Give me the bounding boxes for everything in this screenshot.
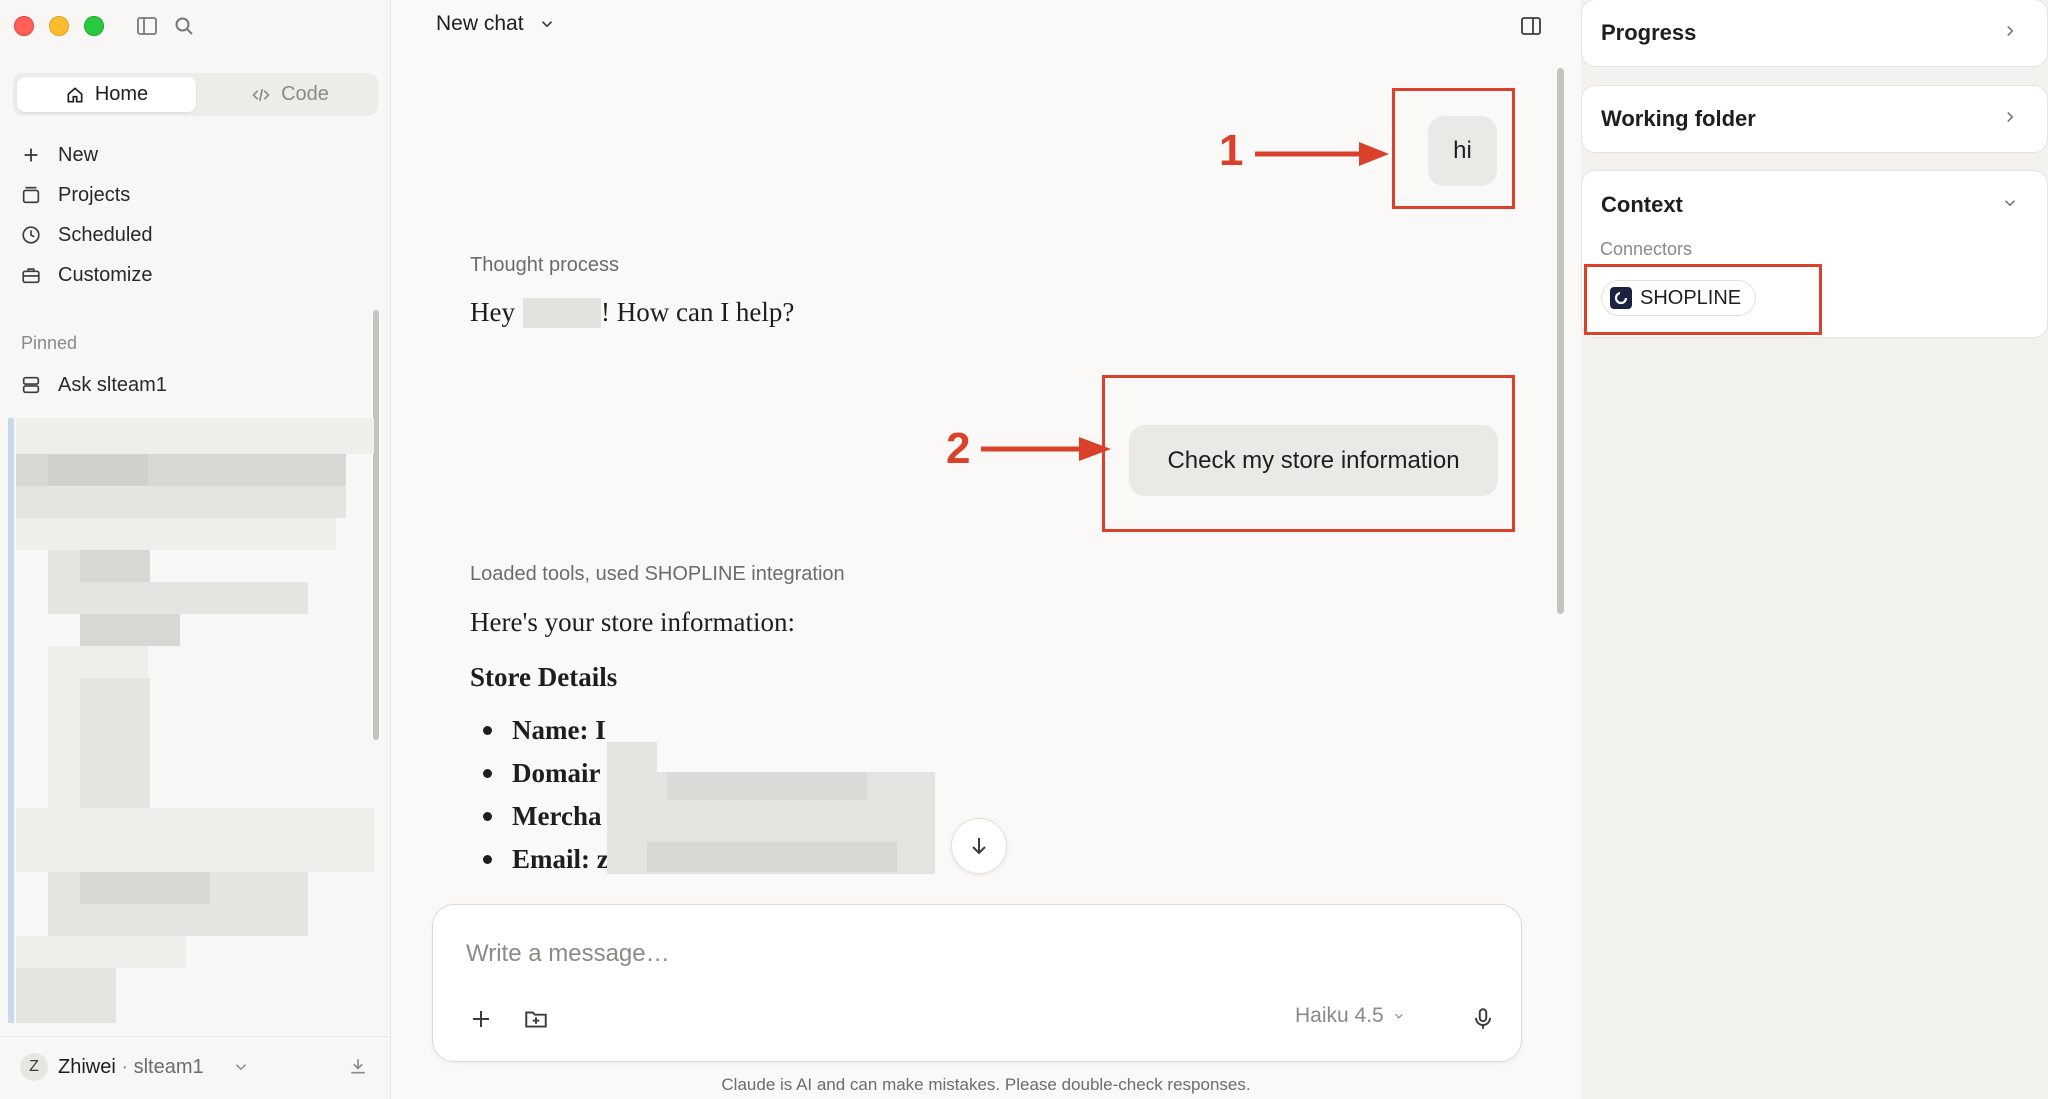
redacted-name [522, 297, 601, 328]
working-folder-title: Working folder [1601, 106, 1756, 131]
pinned-section-label: Pinned [21, 333, 78, 353]
add-attachment-button[interactable] [466, 1004, 496, 1034]
nav-scheduled[interactable]: Scheduled [20, 220, 153, 250]
sidebar-toggle-icon[interactable] [135, 14, 159, 38]
annotation-box-2 [1102, 375, 1515, 532]
home-tab-label: Home [94, 83, 149, 105]
redacted-store-values [607, 742, 935, 874]
chevron-down-icon[interactable] [2001, 194, 2019, 212]
annotation-box-3 [1584, 264, 1822, 335]
folder-icon [22, 186, 40, 204]
store-intro: Here's your store information: [470, 607, 796, 637]
code-icon [252, 88, 270, 101]
minimize-window-button[interactable] [49, 16, 69, 36]
chevron-down-icon [1394, 1013, 1403, 1019]
detail-name: Name: I [470, 715, 606, 746]
detail-label: Name: I [512, 715, 606, 745]
folder-plus-icon [525, 1011, 547, 1028]
right-panel: Progress Working folder Context Connecto… [1581, 0, 2048, 1099]
assistant-reply-greeting: Hey ! How can I help? [470, 297, 794, 328]
detail-domain: Domair [470, 758, 600, 789]
nav-projects[interactable]: Projects [20, 180, 130, 210]
model-name: Haiku 4.5 [1295, 1004, 1384, 1027]
thought-process-toggle[interactable]: Thought process [470, 254, 619, 277]
chat-title-menu[interactable]: New chat [436, 12, 556, 36]
code-tab[interactable]: Code [205, 77, 375, 112]
pinned-item-ask-slteam1[interactable]: Ask slteam1 [20, 370, 167, 400]
store-details-heading: Store Details [470, 662, 618, 692]
account-menu[interactable]: Z Zhiwei · slteam1 [0, 1036, 390, 1099]
home-tab[interactable]: Home [17, 77, 196, 112]
user-org: slteam1 [133, 1056, 204, 1078]
nav-scheduled-label: Scheduled [58, 223, 153, 246]
nav-new[interactable]: New [20, 140, 98, 170]
sidebar-scrollbar[interactable] [373, 310, 379, 740]
panel-toggle-icon[interactable] [1519, 14, 1543, 38]
arrow-down-icon [972, 838, 986, 855]
maximize-window-button[interactable] [84, 16, 104, 36]
clock-icon [22, 226, 40, 244]
context-title[interactable]: Context [1601, 192, 1683, 218]
reply-hey: Hey [470, 297, 515, 327]
detail-merchant: Mercha [470, 801, 601, 832]
tools-used-toggle[interactable]: Loaded tools, used SHOPLINE integration [470, 563, 845, 586]
working-folder-card[interactable]: Working folder [1581, 85, 2048, 153]
chat-title: New chat [436, 12, 524, 35]
nav-customize-label: Customize [58, 263, 153, 286]
progress-card[interactable]: Progress [1581, 0, 2048, 67]
message-composer: Haiku 4.5 [432, 904, 1522, 1062]
message-input[interactable] [464, 939, 1464, 969]
chat-scrollbar[interactable] [1557, 68, 1564, 614]
detail-label: Email: z [512, 844, 609, 874]
connectors-label: Connectors [1600, 239, 1693, 259]
annotation-arrow-2 [981, 437, 1111, 461]
annotation-number-2: 2 [946, 424, 971, 473]
redacted-chat-history [8, 418, 374, 1023]
search-icon[interactable] [172, 14, 196, 38]
voice-input-button[interactable] [1468, 1004, 1498, 1034]
nav-projects-label: Projects [58, 183, 131, 206]
user-separator: · [115, 1056, 134, 1078]
stack-icon [22, 376, 40, 394]
user-name: Zhiwei [58, 1056, 116, 1078]
detail-email: Email: z [470, 844, 609, 875]
briefcase-icon [22, 268, 40, 284]
home-icon [67, 86, 83, 102]
disclaimer: Claude is AI and can make mistakes. Plea… [721, 1075, 1251, 1094]
chat-main: New chat hi Thought process Hey ! How ca… [391, 0, 1581, 1099]
pinned-item-label: Ask slteam1 [58, 373, 167, 396]
model-selector[interactable]: Haiku 4.5 [1295, 1004, 1406, 1028]
scroll-to-bottom-button[interactable] [951, 818, 1007, 874]
annotation-box-1 [1392, 88, 1515, 209]
reply-help: ! How can I help? [600, 297, 795, 327]
plus-icon [473, 1011, 489, 1027]
add-folder-button[interactable] [521, 1004, 551, 1034]
sidebar: Home Code New Projects Scheduled Customi… [0, 0, 391, 1099]
annotation-arrow-1 [1255, 142, 1389, 166]
chevron-down-icon [541, 21, 552, 28]
detail-label: Mercha [512, 801, 602, 831]
plus-icon [24, 148, 38, 162]
nav-customize[interactable]: Customize [20, 260, 152, 290]
code-tab-label: Code [281, 83, 329, 105]
detail-label: Domair [512, 758, 601, 788]
chevron-right-icon [2007, 111, 2014, 123]
nav-new-label: New [58, 143, 99, 166]
annotation-number-1: 1 [1219, 126, 1244, 175]
avatar: Z [20, 1053, 48, 1081]
progress-title: Progress [1601, 20, 1697, 45]
microphone-icon [1474, 1008, 1492, 1029]
mode-toggle: Home Code [13, 73, 378, 116]
download-icon[interactable] [348, 1056, 368, 1076]
chevron-right-icon [2007, 25, 2014, 37]
close-window-button[interactable] [14, 16, 34, 36]
chevron-down-icon [235, 1064, 247, 1071]
